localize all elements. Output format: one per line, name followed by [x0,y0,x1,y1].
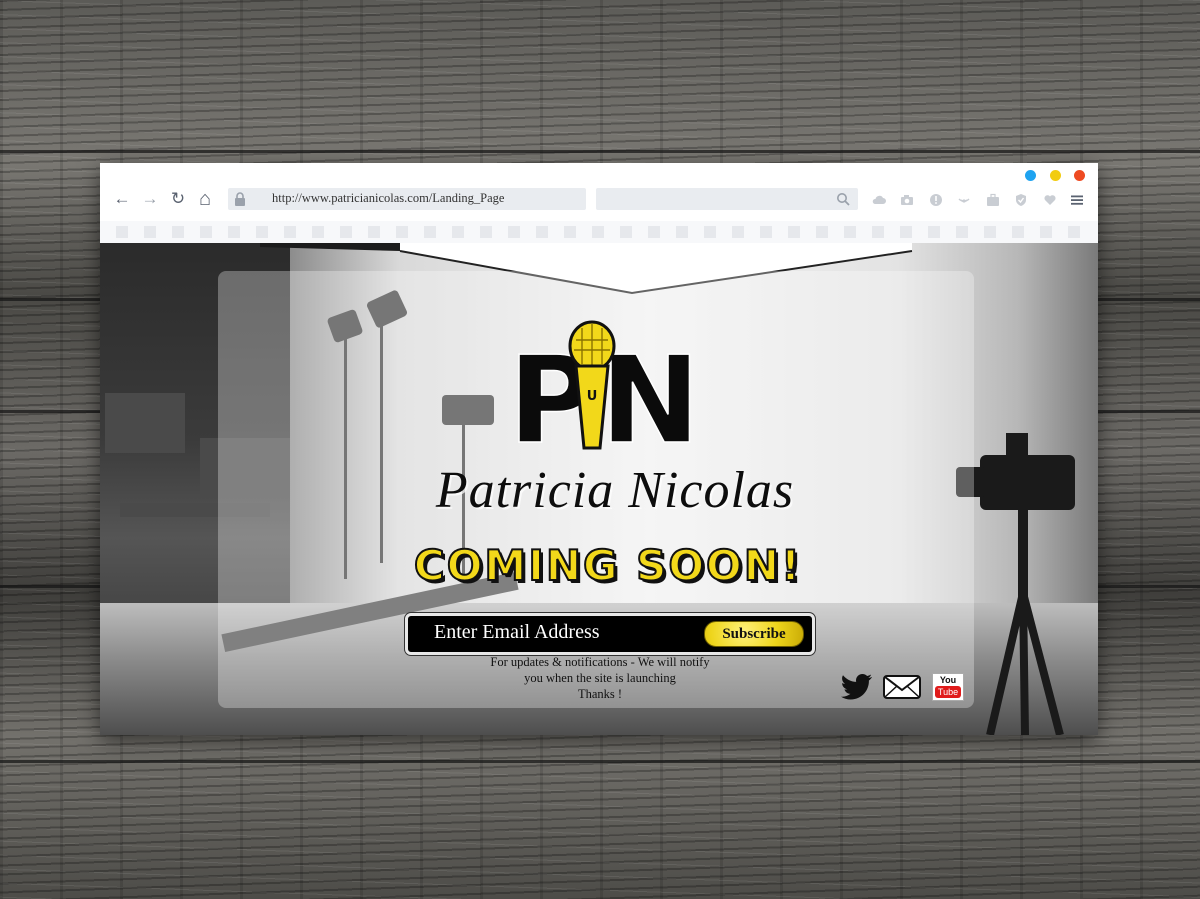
bookmark-item[interactable] [256,226,268,238]
search-bar[interactable] [596,188,858,210]
mail-icon[interactable] [882,673,922,701]
bookmark-item[interactable] [508,226,520,238]
bookmark-item[interactable] [564,226,576,238]
bookmark-item[interactable] [984,226,996,238]
bookmark-item[interactable] [732,226,744,238]
youtube-you-text: You [939,675,957,685]
mic-letter: U [587,389,598,404]
minimize-dot[interactable] [1025,170,1036,181]
note-line: Thanks ! [577,687,623,701]
twitter-icon[interactable] [840,673,874,701]
subscribe-button[interactable]: Subscribe [704,621,804,647]
youtube-icon[interactable]: You Tube [932,673,964,701]
bookmark-item[interactable] [228,226,240,238]
bookmark-item[interactable] [480,226,492,238]
bookmark-item[interactable] [172,226,184,238]
reload-button[interactable]: ↻ [168,189,188,209]
bookmark-item[interactable] [592,226,604,238]
bookmark-item[interactable] [340,226,352,238]
bookmark-item[interactable] [368,226,380,238]
search-icon [837,193,850,206]
browser-window: ← → ↻ ⌂ http://www.patricianicolas.com/L… [100,163,1098,735]
bookmark-item[interactable] [928,226,940,238]
note-line: For updates & notifications - We will no… [490,655,710,669]
page-viewport: P N U Patricia Nicolas COMING SOON! Ente… [100,243,1098,735]
email-input[interactable]: Enter Email Address [434,621,600,644]
bookmark-item[interactable] [900,226,912,238]
briefcase-icon[interactable] [986,193,1000,207]
close-dot[interactable] [1074,170,1085,181]
brand-name: Patricia Nicolas [435,462,795,519]
signup-note: For updates & notifications - We will no… [440,654,760,702]
bookmark-item[interactable] [312,226,324,238]
email-signup-form: Enter Email Address Subscribe [405,613,815,655]
bookmark-item[interactable] [1040,226,1052,238]
bookmark-item[interactable] [1068,226,1080,238]
browser-toolbar: ← → ↻ ⌂ http://www.patricianicolas.com/L… [100,185,1098,215]
bookmark-item[interactable] [116,226,128,238]
plank-gap [0,760,1200,763]
bookmark-item[interactable] [760,226,772,238]
lock-icon [235,192,245,206]
shield-icon[interactable] [1014,193,1028,207]
heart-icon[interactable] [1043,193,1057,207]
bookmark-item[interactable] [1012,226,1024,238]
url-text: http://www.patricianicolas.com/Landing_P… [272,191,505,205]
bookmark-item[interactable] [144,226,156,238]
address-bar[interactable]: http://www.patricianicolas.com/Landing_P… [228,188,586,210]
bookmark-item[interactable] [424,226,436,238]
back-button[interactable]: ← [112,189,132,209]
bookmark-item[interactable] [844,226,856,238]
menu-icon[interactable] [1070,193,1084,207]
bookmark-item[interactable] [284,226,296,238]
bookmarks-bar [100,221,1098,243]
bookmark-item[interactable] [452,226,464,238]
bookmark-item[interactable] [396,226,408,238]
bookmark-item[interactable] [620,226,632,238]
youtube-tube-text: Tube [935,686,961,698]
broadcast-icon[interactable] [957,193,971,207]
bookmark-item[interactable] [200,226,212,238]
camera-icon[interactable] [900,193,914,207]
bookmark-item[interactable] [872,226,884,238]
title-bar [100,163,1098,185]
bookmark-item[interactable] [816,226,828,238]
bookmark-item[interactable] [676,226,688,238]
bookmark-item[interactable] [788,226,800,238]
alert-icon[interactable] [929,193,943,207]
bookmark-item[interactable] [956,226,968,238]
note-line: you when the site is launching [524,671,676,685]
forward-button[interactable]: → [140,189,160,209]
home-button[interactable]: ⌂ [195,189,215,209]
plank-gap [0,150,1200,153]
coming-soon-headline: COMING SOON! [413,540,803,591]
bookmark-item[interactable] [536,226,548,238]
cloud-icon[interactable] [872,193,886,207]
bookmark-item[interactable] [704,226,716,238]
pn-microphone-logo: P N U [508,320,692,458]
bookmark-item[interactable] [648,226,660,238]
maximize-dot[interactable] [1050,170,1061,181]
